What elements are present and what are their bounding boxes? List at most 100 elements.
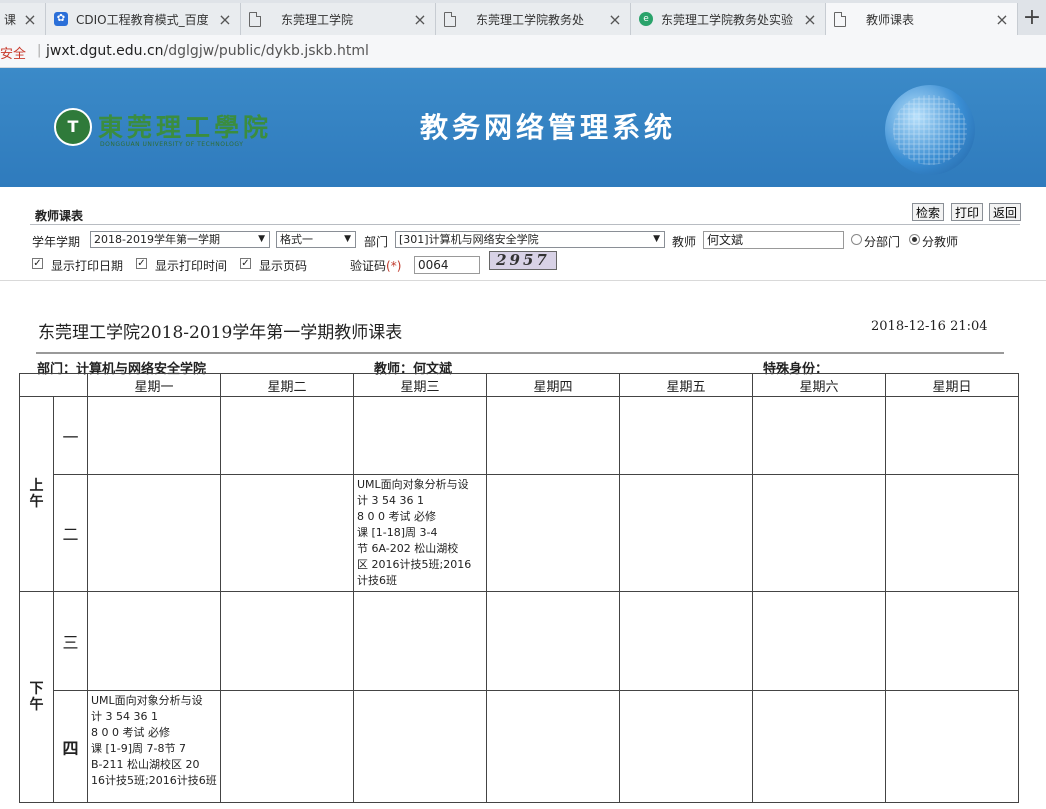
table-cell	[220, 591, 354, 691]
report-title: 东莞理工学院2018-2019学年第一学期教师课表	[38, 323, 403, 343]
morning-label: 上午	[19, 396, 54, 592]
close-icon[interactable]: ×	[995, 10, 1009, 29]
security-label[interactable]: 安全	[0, 43, 26, 62]
table-cell	[87, 474, 221, 592]
tab-title: 东莞理工学院	[281, 12, 354, 27]
course-line: UML面向对象分析与设	[91, 694, 203, 707]
back-button[interactable]: 返回	[989, 203, 1022, 221]
report-divider	[36, 352, 1004, 354]
timetable: 星期一 星期二 星期三 星期四 星期五 星期六 星期日 上午 一 二 UML面向…	[19, 373, 1019, 803]
table-row: 四 UML面向对象分析与设 计 3 54 36 1 8 0 0 考试 必修 课 …	[20, 690, 1019, 803]
radio-by-teacher-label: 分教师	[922, 235, 959, 249]
table-cell	[220, 690, 354, 803]
doc-icon	[249, 11, 261, 27]
browser-tab-5[interactable]: e 东莞理工学院教务处实验 ×	[631, 3, 826, 35]
browser-tab-2[interactable]: ✿ CDIO工程教育模式_百度 ×	[46, 3, 241, 35]
close-icon[interactable]: ×	[803, 10, 817, 29]
course-line: 节 6A-202 松山湖校	[357, 542, 459, 555]
corner-cell	[19, 373, 88, 397]
captcha-input[interactable]: 0064	[414, 256, 480, 274]
radio-by-teacher[interactable]	[909, 234, 920, 245]
table-cell	[87, 396, 221, 475]
day-header: 星期一	[87, 373, 221, 397]
term-select[interactable]: 2018-2019学年第一学期 ▼	[90, 231, 270, 248]
section-title: 教师课表	[35, 209, 84, 223]
radio-by-dept[interactable]	[851, 234, 862, 245]
required-mark: (*)	[386, 259, 402, 273]
period-label: 三	[53, 591, 88, 691]
table-row: 二 UML面向对象分析与设 计 3 54 36 1 8 0 0 考试 必修 课 …	[20, 474, 1019, 592]
captcha-image[interactable]: 2957	[489, 251, 557, 270]
table-cell	[486, 690, 620, 803]
checkbox-print-date[interactable]: ✓	[32, 258, 43, 269]
browser-tab-3[interactable]: 东莞理工学院 ×	[241, 3, 436, 35]
table-cell	[353, 591, 487, 691]
table-cell	[353, 396, 487, 475]
browser-tab-active[interactable]: 教师课表 ×	[826, 3, 1018, 35]
browser-tab-4[interactable]: 东莞理工学院教务处 ×	[436, 3, 631, 35]
chevron-down-icon: ▼	[653, 234, 660, 244]
university-logo-subtext: DONGGUAN UNIVERSITY OF TECHNOLOGY	[100, 141, 244, 148]
term-select-value: 2018-2019学年第一学期	[94, 233, 220, 246]
browser-tab-bar: 课 × ✿ CDIO工程教育模式_百度 × 东莞理工学院 × 东莞理工学院教务处…	[0, 0, 1046, 35]
timetable-header-row: 星期一 星期二 星期三 星期四 星期五 星期六 星期日	[19, 373, 1019, 397]
day-header: 星期四	[486, 373, 620, 397]
table-cell	[885, 591, 1019, 691]
system-title: 教务网络管理系统	[420, 111, 677, 144]
checkbox-print-time-label: 显示打印时间	[155, 259, 228, 273]
course-line: 16计技5班;2016计技6班	[91, 774, 217, 787]
checkbox-page-number[interactable]: ✓	[240, 258, 251, 269]
course-line: 计 3 54 36 1	[91, 710, 158, 723]
table-cell	[885, 690, 1019, 803]
form-divider	[0, 280, 1046, 281]
close-icon[interactable]: ×	[23, 10, 37, 29]
table-cell	[885, 474, 1019, 592]
table-cell	[220, 396, 354, 475]
checkbox-page-number-label: 显示页码	[259, 259, 308, 273]
browser-tab-1[interactable]: 课 ×	[0, 3, 46, 35]
course-line: 计 3 54 36 1	[357, 494, 424, 507]
day-header: 星期二	[220, 373, 354, 397]
table-cell	[486, 396, 620, 475]
table-cell	[619, 591, 753, 691]
radio-by-dept-label: 分部门	[864, 235, 901, 249]
address-bar[interactable]: 安全 | jwxt.dgut.edu.cn/dglgjw/public/dykb…	[0, 35, 1046, 68]
close-icon[interactable]: ×	[608, 10, 622, 29]
print-button[interactable]: 打印	[951, 203, 984, 221]
table-cell	[752, 591, 886, 691]
tab-title: 教师课表	[866, 12, 915, 27]
paw-icon: ✿	[54, 12, 68, 26]
university-seal-icon: T	[54, 108, 92, 146]
close-icon[interactable]: ×	[413, 10, 427, 29]
chevron-down-icon: ▼	[344, 234, 351, 244]
tab-title: CDIO工程教育模式_百度	[76, 12, 209, 27]
checkbox-print-time[interactable]: ✓	[136, 258, 147, 269]
dept-select[interactable]: [301]计算机与网络安全学院 ▼	[395, 231, 665, 248]
table-cell	[486, 474, 620, 592]
search-button[interactable]: 检索	[912, 203, 945, 221]
teacher-input[interactable]: 何文斌	[703, 231, 844, 249]
day-header: 星期日	[885, 373, 1019, 397]
close-icon[interactable]: ×	[218, 10, 232, 29]
captcha-label-text: 验证码	[350, 259, 387, 273]
table-cell	[619, 474, 753, 592]
chevron-down-icon: ▼	[258, 234, 265, 244]
course-line: 8 0 0 考试 必修	[91, 726, 170, 739]
period-label: 二	[53, 474, 88, 592]
table-cell	[752, 690, 886, 803]
format-select[interactable]: 格式一 ▼	[276, 231, 356, 248]
new-tab-icon[interactable]: +	[1018, 5, 1046, 31]
url-text[interactable]: jwxt.dgut.edu.cn/dglgjw/public/dykb.jskb…	[46, 43, 369, 59]
table-cell	[87, 591, 221, 691]
table-row: 上午 一	[19, 396, 1019, 592]
section-divider	[30, 224, 1020, 225]
doc-icon	[444, 11, 456, 27]
globe-icon	[885, 85, 975, 175]
table-cell	[486, 591, 620, 691]
course-entry-wed: UML面向对象分析与设 计 3 54 36 1 8 0 0 考试 必修 课 [1…	[353, 474, 487, 592]
morning-label-text: 上午	[29, 478, 44, 510]
table-cell	[752, 474, 886, 592]
tab-title: 课	[4, 12, 17, 27]
course-entry-mon: UML面向对象分析与设 计 3 54 36 1 8 0 0 考试 必修 课 [1…	[87, 690, 221, 803]
dept-label: 部门	[364, 235, 389, 249]
